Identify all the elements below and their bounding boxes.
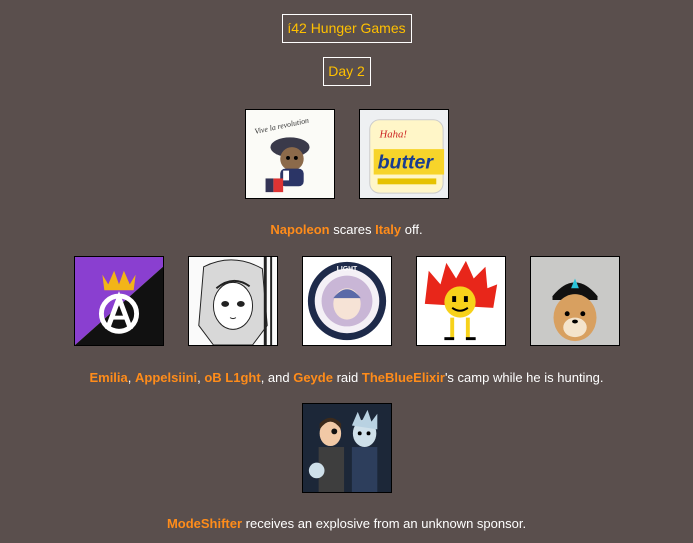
event-3-text: ModeShifter receives an explosive from a… (0, 516, 693, 531)
event-text: raid (332, 370, 362, 385)
tribute-name: Italy (375, 222, 402, 237)
tribute-name: TheBlueElixir (361, 370, 445, 385)
event-text: receives an explosive from an unknown sp… (242, 516, 527, 531)
modeshifter-avatar (301, 403, 392, 493)
svg-text:Haha!: Haha! (378, 128, 407, 140)
theblueelixir-avatar (529, 256, 620, 346)
event-1-avatars: Vive la revolution Haha! butter (0, 109, 693, 199)
event-text: , (127, 370, 135, 385)
page-title: í42 Hunger Games (281, 14, 412, 43)
napoleon-avatar: Vive la revolution (244, 109, 335, 199)
event-2-text: Emilia, Appelsiini, oB L1ght, and Geyde … (0, 370, 693, 385)
event-3-avatars (0, 403, 693, 493)
svg-text:LIGHT: LIGHT (336, 266, 357, 273)
tribute-name: ModeShifter (166, 516, 243, 531)
day-label: Day 2 (322, 57, 371, 86)
tribute-name: Napoleon (270, 222, 330, 237)
event-text: , and (260, 370, 294, 385)
event-text: scares (329, 222, 376, 237)
hunger-games-page: í42 Hunger Games Day 2 Vive la revolutio… (0, 0, 693, 543)
italy-avatar: Haha! butter (358, 109, 449, 199)
tribute-name: oB L1ght (204, 370, 261, 385)
ob-l1ght-avatar: LIGHT (301, 256, 392, 346)
tribute-name: Appelsiini (135, 370, 198, 385)
event-text: off. (401, 222, 423, 237)
svg-text:butter: butter (377, 152, 434, 174)
event-text: 's camp while he is hunting. (444, 370, 604, 385)
appelsiini-avatar (187, 256, 278, 346)
tribute-name: Geyde (293, 370, 333, 385)
geyde-avatar (415, 256, 506, 346)
event-2-avatars: LIGHT (0, 256, 693, 346)
emilia-avatar (73, 256, 164, 346)
event-1-text: Napoleon scares Italy off. (0, 222, 693, 237)
tribute-name: Emilia (89, 370, 128, 385)
